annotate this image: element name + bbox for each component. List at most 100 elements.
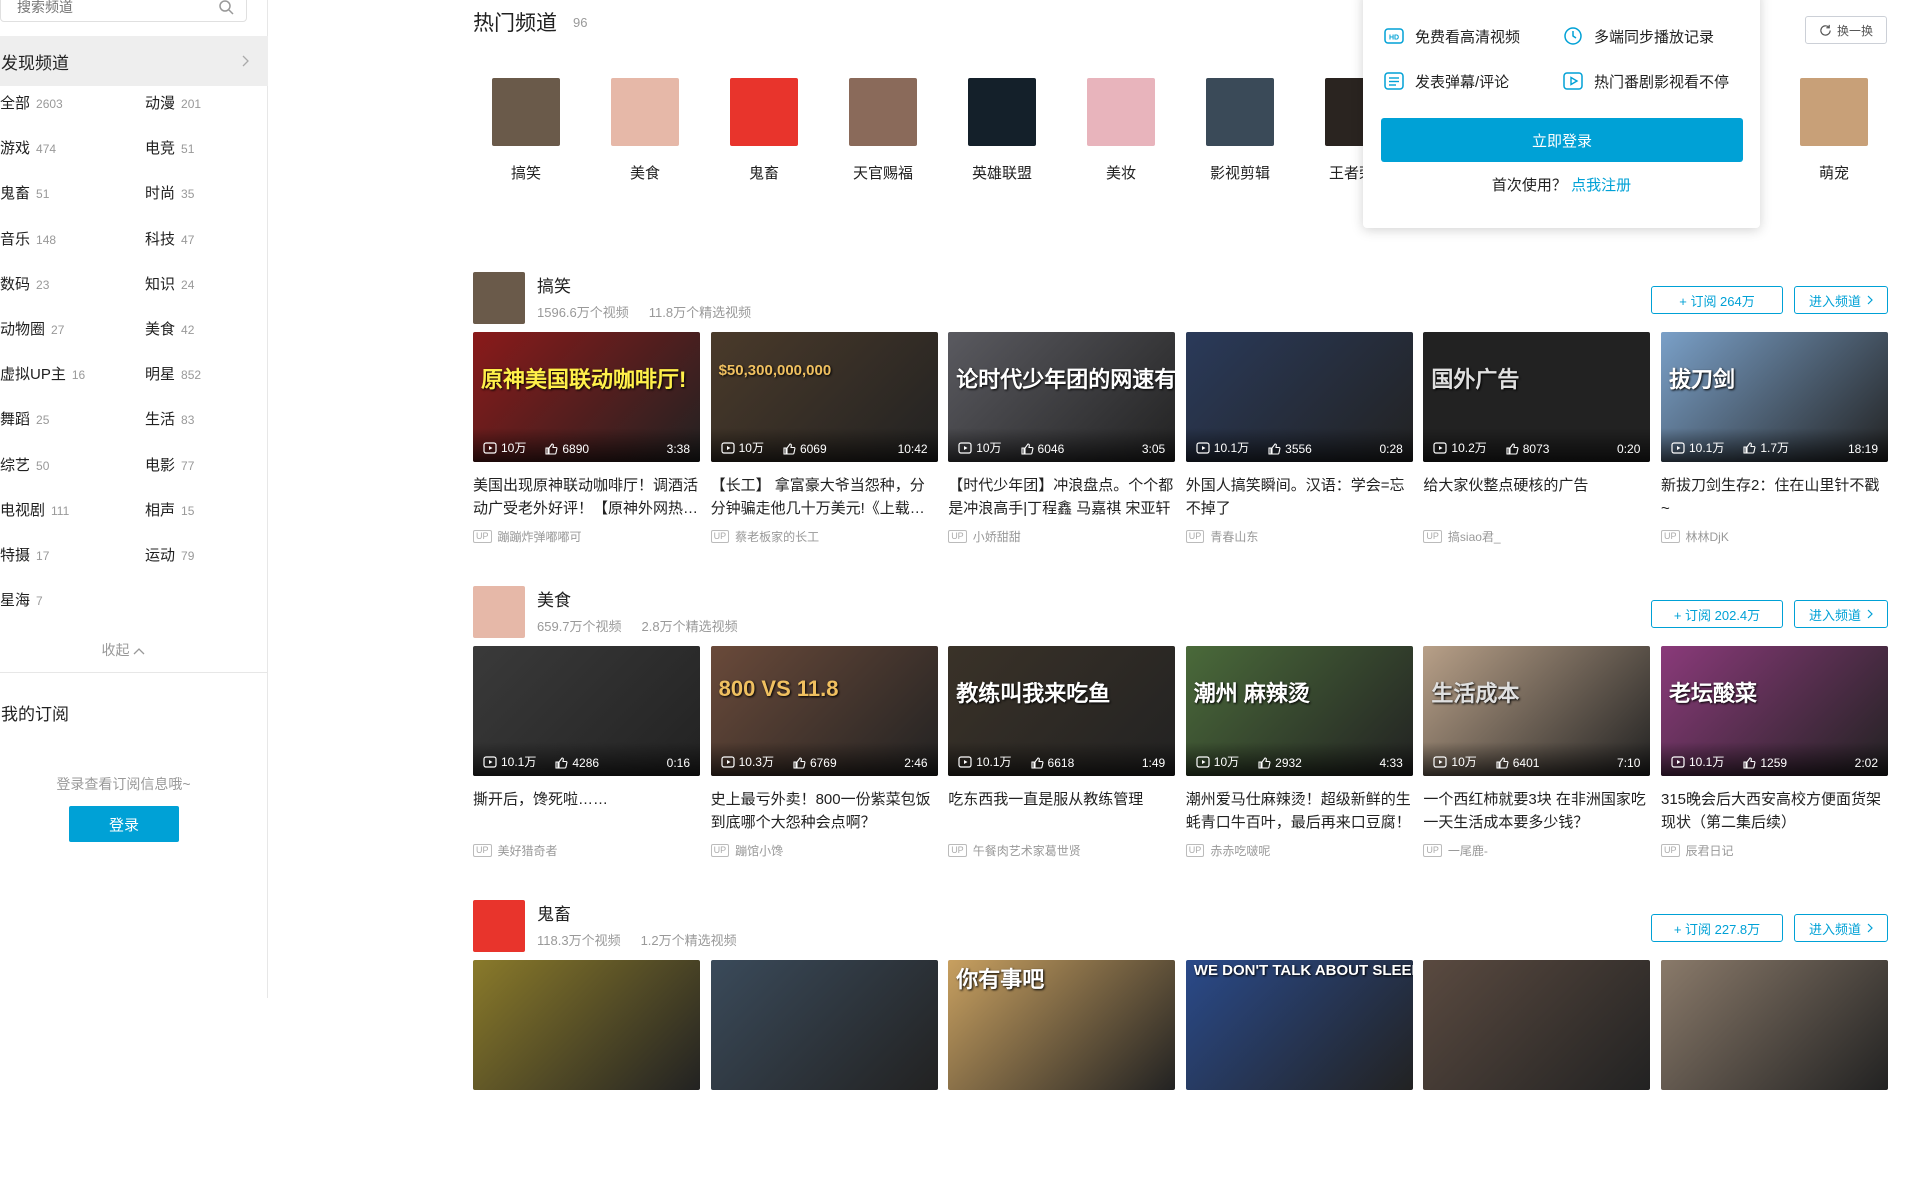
category-item[interactable]: 星海 7 bbox=[0, 589, 43, 610]
subscribe-button[interactable]: + 订阅 264万 bbox=[1651, 286, 1783, 314]
video-thumbnail[interactable] bbox=[710, 960, 938, 1090]
section-title[interactable]: 搞笑 bbox=[537, 272, 571, 297]
video-card[interactable]: 潮州 麻辣烫 10万 2932 4:33 潮州爱马仕麻辣烫！超级新鲜的生蚝青口牛百叶，最… bbox=[1185, 646, 1413, 859]
video-card[interactable]: WE DON'T TALK ABOUT SLEEPY JOE bbox=[1185, 960, 1413, 1090]
video-thumbnail[interactable]: 你有事吧 bbox=[948, 960, 1176, 1090]
discover-channels[interactable]: 发现频道 bbox=[0, 36, 268, 86]
section-avatar[interactable] bbox=[473, 900, 525, 952]
video-thumbnail[interactable]: 老坛酸菜 10.1万 1259 2:02 bbox=[1661, 646, 1888, 776]
video-thumbnail[interactable]: 拔刀剑 10.1万 1.7万 18:19 bbox=[1661, 332, 1888, 462]
uploader[interactable]: UP 小娇甜甜 bbox=[948, 528, 1175, 545]
uploader[interactable]: UP 蹦馆小馋 bbox=[710, 842, 938, 859]
category-item[interactable]: 全部 2603 bbox=[0, 92, 63, 113]
video-card[interactable]: 国外广告 10.2万 8073 0:20 给大家伙整点硬核的广告 UP 搞siao君_ bbox=[1423, 332, 1651, 545]
category-item[interactable]: 鬼畜 51 bbox=[0, 182, 49, 203]
video-thumbnail[interactable]: 生活成本 10万 6401 7:10 bbox=[1423, 646, 1651, 776]
video-card[interactable] bbox=[1661, 960, 1888, 1090]
video-title[interactable]: 外国人搞笑瞬间。汉语：学会=忘不掉了 bbox=[1186, 474, 1413, 520]
video-title[interactable]: 撕开后，馋死啦…… bbox=[473, 788, 700, 834]
category-item[interactable]: 电影 77 bbox=[145, 454, 194, 475]
video-thumbnail[interactable]: 国外广告 10.2万 8073 0:20 bbox=[1423, 332, 1651, 462]
video-thumbnail[interactable]: 800 VS 11.8 10.3万 6769 2:46 bbox=[710, 646, 938, 776]
video-card[interactable]: 10.1万 4286 0:16 撕开后，馋死啦…… UP 美好猎奇者 bbox=[473, 646, 700, 859]
section-avatar[interactable] bbox=[473, 272, 525, 324]
video-thumbnail[interactable]: 10.1万 4286 0:16 bbox=[473, 646, 700, 776]
video-title[interactable]: 一个西红柿就要3块 在非洲国家吃一天生活成本要多少钱？ bbox=[1423, 788, 1650, 834]
uploader[interactable]: UP 蔡老板家的长工 bbox=[710, 528, 938, 545]
refresh-button[interactable]: 换一换 bbox=[1805, 16, 1887, 44]
video-thumbnail[interactable] bbox=[1661, 960, 1888, 1090]
category-item[interactable]: 动物圈 27 bbox=[0, 318, 64, 339]
search-input[interactable] bbox=[17, 0, 207, 17]
section-avatar[interactable] bbox=[473, 586, 525, 638]
video-card[interactable]: 你有事吧 bbox=[948, 960, 1176, 1090]
video-card[interactable]: 论时代少年团的网速有多快 10万 6046 3:05 【时代少年团】冲浪盘点。个个都是冲… bbox=[948, 332, 1176, 545]
uploader[interactable]: UP 辰君日记 bbox=[1661, 842, 1888, 859]
video-title[interactable]: 【时代少年团】冲浪盘点。个个都是冲浪高手|丁程鑫 马嘉祺 宋亚轩 bbox=[948, 474, 1175, 520]
hot-channel-item[interactable]: 鬼畜 bbox=[714, 78, 814, 183]
category-item[interactable]: 知识 24 bbox=[145, 273, 194, 294]
video-thumbnail[interactable] bbox=[1423, 960, 1651, 1090]
uploader[interactable]: UP 蹦蹦炸弹嘟嘟可 bbox=[473, 528, 700, 545]
uploader[interactable]: UP 青春山东 bbox=[1185, 528, 1413, 545]
category-item[interactable]: 舞蹈 25 bbox=[0, 408, 49, 429]
video-title[interactable]: 史上最亏外卖！800一份紫菜包饭到底哪个大怨种会点啊？ bbox=[711, 788, 938, 834]
video-title[interactable]: 潮州爱马仕麻辣烫！超级新鲜的生蚝青口牛百叶，最后再来口豆腐！ bbox=[1186, 788, 1413, 834]
sidebar-login-button[interactable]: 登录 bbox=[69, 806, 179, 842]
enter-channel-button[interactable]: 进入频道 bbox=[1794, 600, 1888, 628]
video-thumbnail[interactable]: 潮州 麻辣烫 10万 2932 4:33 bbox=[1185, 646, 1413, 776]
video-card[interactable]: 10.1万 3556 0:28 外国人搞笑瞬间。汉语：学会=忘不掉了 UP 青春山东 bbox=[1185, 332, 1413, 545]
hot-channel-item[interactable]: 英雄联盟 bbox=[952, 78, 1052, 183]
hot-channel-item[interactable]: 搞笑 bbox=[476, 78, 576, 183]
video-card[interactable]: 800 VS 11.8 10.3万 6769 2:46 史上最亏外卖！800一份紫菜包饭… bbox=[710, 646, 938, 859]
uploader[interactable]: UP 一尾鹿- bbox=[1423, 842, 1650, 859]
video-title[interactable]: 【长工】 拿富豪大爷当怨种，分分钟骗走他几十万美元!《上载新生》 bbox=[711, 474, 938, 520]
hot-channel-item[interactable]: 美食 bbox=[595, 78, 695, 183]
category-item[interactable]: 电竞 51 bbox=[145, 137, 194, 158]
category-item[interactable]: 虚拟UP主 16 bbox=[0, 363, 85, 384]
category-item[interactable]: 音乐 148 bbox=[0, 228, 56, 249]
category-item[interactable]: 特摄 17 bbox=[0, 544, 49, 565]
video-card[interactable]: 原神美国联动咖啡厅! 10万 6890 3:38 美国出现原神联动咖啡厅！调酒活动广受老… bbox=[473, 332, 700, 545]
category-item[interactable]: 时尚 35 bbox=[145, 182, 194, 203]
category-item[interactable]: 科技 47 bbox=[145, 228, 194, 249]
category-item[interactable]: 运动 79 bbox=[145, 544, 194, 565]
hot-channel-item[interactable]: 萌宠 bbox=[1784, 78, 1884, 183]
collapse-button[interactable]: 收起 bbox=[0, 640, 247, 660]
section-title[interactable]: 鬼畜 bbox=[537, 900, 571, 925]
video-card[interactable]: 教练叫我来吃鱼 10.1万 6618 1:49 吃东西我一直是服从教练管理 UP 午餐肉艺术… bbox=[948, 646, 1176, 859]
video-title[interactable]: 吃东西我一直是服从教练管理 bbox=[948, 788, 1175, 834]
channel-search-box[interactable] bbox=[0, 0, 247, 22]
uploader[interactable]: UP 搞siao君_ bbox=[1423, 528, 1650, 545]
category-item[interactable]: 电视剧 111 bbox=[0, 499, 69, 520]
video-card[interactable] bbox=[710, 960, 938, 1090]
video-thumbnail[interactable]: WE DON'T TALK ABOUT SLEEPY JOE bbox=[1185, 960, 1413, 1090]
hot-channel-item[interactable]: 天官赐福 bbox=[833, 78, 933, 183]
search-icon[interactable] bbox=[218, 0, 234, 15]
category-item[interactable]: 生活 83 bbox=[145, 408, 194, 429]
category-item[interactable]: 动漫 201 bbox=[145, 92, 201, 113]
uploader[interactable]: UP 林林DjK bbox=[1661, 528, 1888, 545]
hot-channel-item[interactable]: 影视剪辑 bbox=[1190, 78, 1290, 183]
section-title[interactable]: 美食 bbox=[537, 586, 571, 611]
popup-login-button[interactable]: 立即登录 bbox=[1381, 118, 1743, 162]
video-card[interactable]: 生活成本 10万 6401 7:10 一个西红柿就要3块 在非洲国家吃一天生活成本要多少… bbox=[1423, 646, 1651, 859]
category-item[interactable]: 游戏 474 bbox=[0, 137, 56, 158]
register-link[interactable]: 点我注册 bbox=[1571, 177, 1631, 194]
subscribe-button[interactable]: + 订阅 202.4万 bbox=[1651, 600, 1783, 628]
video-title[interactable]: 美国出现原神联动咖啡厅！调酒活动广受老外好评！【原神外网热议】 bbox=[473, 474, 700, 520]
video-title[interactable]: 315晚会后大西安高校方便面货架现状（第二集后续） bbox=[1661, 788, 1888, 834]
category-item[interactable]: 数码 23 bbox=[0, 273, 49, 294]
video-card[interactable] bbox=[473, 960, 700, 1090]
video-thumbnail[interactable]: 10.1万 3556 0:28 bbox=[1185, 332, 1413, 462]
video-title[interactable]: 新拔刀剑生存2：住在山里针不戳~ bbox=[1661, 474, 1888, 520]
subscribe-button[interactable]: + 订阅 227.8万 bbox=[1651, 914, 1783, 942]
video-thumbnail[interactable]: $50,300,000,000 10万 6069 10:42 bbox=[710, 332, 938, 462]
hot-channel-item[interactable]: 美妆 bbox=[1071, 78, 1171, 183]
uploader[interactable]: UP 午餐肉艺术家葛世贤 bbox=[948, 842, 1175, 859]
video-thumbnail[interactable]: 原神美国联动咖啡厅! 10万 6890 3:38 bbox=[473, 332, 700, 462]
enter-channel-button[interactable]: 进入频道 bbox=[1794, 914, 1888, 942]
video-thumbnail[interactable]: 教练叫我来吃鱼 10.1万 6618 1:49 bbox=[948, 646, 1176, 776]
video-title[interactable]: 给大家伙整点硬核的广告 bbox=[1423, 474, 1650, 520]
video-card[interactable]: $50,300,000,000 10万 6069 10:42 【长工】 拿富豪大爷当怨种… bbox=[710, 332, 938, 545]
